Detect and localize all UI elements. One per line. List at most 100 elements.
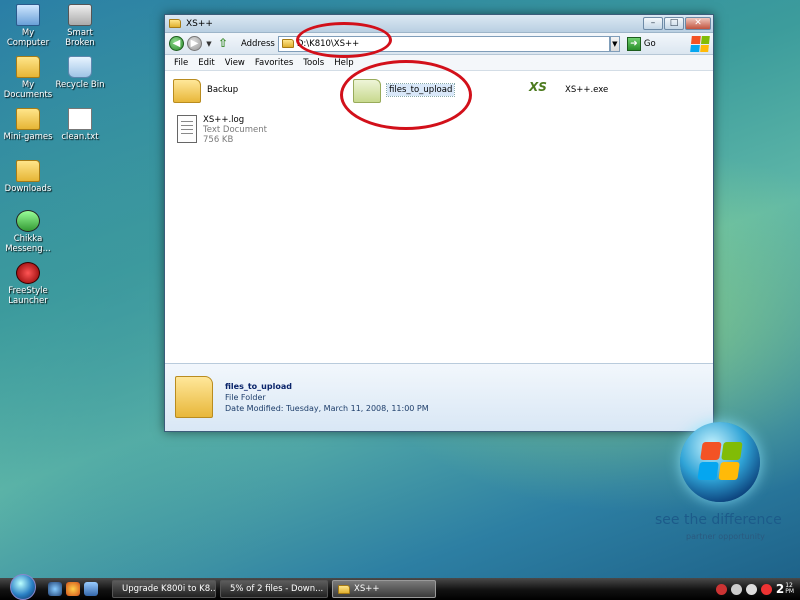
forward-button[interactable]: ▶ [187, 36, 202, 51]
desktop-icon-label: Mini-games [3, 132, 53, 142]
desktop-icon-my-documents[interactable]: My Documents [0, 56, 56, 100]
desktop-icon-label: Downloads [4, 184, 52, 194]
desktop-icon-downloads[interactable]: Downloads [0, 160, 56, 194]
menu-edit[interactable]: Edit [193, 58, 219, 68]
go-button[interactable]: ➜ Go [626, 36, 656, 51]
desktop-icon-mini-games[interactable]: Mini-games [0, 108, 56, 142]
file-info: XS++.log Text Document 756 KB [203, 115, 267, 145]
address-dropdown-button[interactable]: ▼ [609, 35, 620, 52]
branding-tagline: see the difference [655, 512, 782, 528]
file-name: Backup [207, 85, 239, 95]
file-name: files_to_upload [385, 83, 456, 97]
taskbar-button-download[interactable]: 5% of 2 files - Down... [220, 580, 328, 598]
taskbar-button-upgrade[interactable]: Upgrade K800i to K8... [112, 580, 216, 598]
shield-icon[interactable] [715, 583, 727, 595]
menu-view[interactable]: View [220, 58, 250, 68]
system-tray: 2 12 PM [715, 582, 800, 596]
folder-icon [16, 108, 40, 130]
desktop-icon-label: Recycle Bin [55, 80, 105, 90]
folder-icon [175, 376, 213, 418]
file-item-xs-log[interactable]: XS++.log Text Document 756 KB [177, 115, 267, 145]
clock-ampm: PM [785, 588, 794, 595]
freestyle-icon [16, 262, 40, 284]
folder-icon [16, 160, 40, 182]
history-dropdown-icon[interactable]: ▼ [205, 40, 213, 48]
menu-file[interactable]: File [169, 58, 193, 68]
desktop-icon-freestyle[interactable]: FreeStyle Launcher [0, 262, 56, 306]
file-item-backup[interactable]: Backup [173, 79, 238, 103]
title-bar[interactable]: XS++ – □ ✕ [165, 15, 713, 33]
file-name: XS++.log [203, 115, 245, 125]
address-toolbar: ◀ ▶ ▼ ⇧ Address D:\K810\XS++ ▼ ➜ Go [165, 33, 713, 55]
folder-icon [169, 19, 181, 28]
text-file-icon [68, 108, 92, 130]
desktop-icon-smart-broken[interactable]: Smart Broken [52, 4, 108, 48]
address-label: Address [241, 38, 275, 49]
go-label: Go [643, 38, 656, 49]
file-type: Text Document [203, 125, 267, 135]
window-title: XS++ [186, 18, 213, 29]
up-folder-button[interactable]: ⇧ [216, 36, 230, 51]
desktop-icon-label: FreeStyle Launcher [8, 286, 48, 306]
folder-icon [338, 584, 350, 594]
branding-subline: partner opportunity [686, 532, 765, 541]
clock-hour: 2 [775, 582, 785, 596]
taskbar-button-label: XS++ [354, 584, 380, 594]
folder-icon [173, 79, 201, 103]
menu-bar: File Edit View Favorites Tools Help [165, 55, 713, 71]
explorer-window[interactable]: XS++ – □ ✕ ◀ ▶ ▼ ⇧ Address D:\K810\XS++ … [164, 14, 714, 432]
folder-icon [353, 79, 381, 103]
desktop-icon-label: My Documents [3, 80, 53, 100]
show-desktop-icon[interactable] [84, 582, 98, 596]
antivirus-icon[interactable] [760, 583, 772, 595]
xs-app-icon: XS [529, 80, 547, 94]
desktop-icon-my-computer[interactable]: My Computer [0, 4, 56, 48]
menu-favorites[interactable]: Favorites [250, 58, 298, 68]
taskbar-button-label: Upgrade K800i to K8... [122, 584, 216, 594]
folder-icon [281, 39, 294, 48]
details-pane: files_to_upload File Folder Date Modifie… [165, 363, 713, 431]
minimize-button[interactable]: – [643, 17, 663, 30]
network-icon[interactable] [730, 583, 742, 595]
firefox-icon[interactable] [66, 582, 80, 596]
taskbar: Upgrade K800i to K8... 5% of 2 files - D… [0, 574, 800, 600]
start-button[interactable] [10, 574, 36, 600]
close-button[interactable]: ✕ [685, 17, 711, 30]
desktop-icon-label: My Computer [6, 28, 50, 48]
text-document-icon [177, 115, 197, 143]
file-item-files-to-upload[interactable]: files_to_upload [353, 79, 456, 103]
desktop-icon-chikka[interactable]: Chikka Messeng... [0, 210, 56, 254]
address-input[interactable]: D:\K810\XS++ [277, 35, 610, 52]
back-button[interactable]: ◀ [169, 36, 184, 51]
clock[interactable]: 2 12 PM [776, 582, 794, 596]
desktop-icon-clean-txt[interactable]: clean.txt [52, 108, 108, 142]
go-arrow-icon: ➜ [626, 36, 641, 51]
details-type: File Folder [225, 393, 266, 402]
desktop-icon-recycle-bin[interactable]: Recycle Bin [52, 56, 108, 90]
internet-explorer-icon[interactable] [48, 582, 62, 596]
maximize-button[interactable]: □ [664, 17, 684, 30]
windows-logo-icon [680, 422, 760, 502]
desktop-icon-label: Chikka Messeng... [5, 234, 51, 254]
menu-help[interactable]: Help [329, 58, 358, 68]
recycle-bin-icon [68, 56, 92, 78]
volume-icon[interactable] [745, 583, 757, 595]
taskbar-button-label: 5% of 2 files - Down... [230, 584, 324, 594]
file-item-xs-exe[interactable]: XS XS++.exe [529, 79, 608, 95]
file-size: 756 KB [203, 135, 234, 145]
taskbar-button-xs[interactable]: XS++ [332, 580, 436, 598]
windows-logo-icon [690, 35, 710, 52]
computer-icon [16, 4, 40, 26]
chikka-icon [16, 210, 40, 232]
details-name: files_to_upload [225, 382, 292, 391]
menu-tools[interactable]: Tools [298, 58, 329, 68]
file-name: XS++.exe [565, 85, 609, 95]
file-list: Backup files_to_upload XS XS++.exe XS++.… [165, 71, 713, 363]
documents-icon [16, 56, 40, 78]
desktop-icon-label: clean.txt [61, 132, 99, 142]
smart-icon [68, 4, 92, 26]
desktop-icon-label: Smart Broken [65, 28, 95, 48]
address-value: D:\K810\XS++ [296, 38, 360, 49]
details-modified: Date Modified: Tuesday, March 11, 2008, … [225, 404, 429, 413]
quick-launch [48, 582, 98, 596]
